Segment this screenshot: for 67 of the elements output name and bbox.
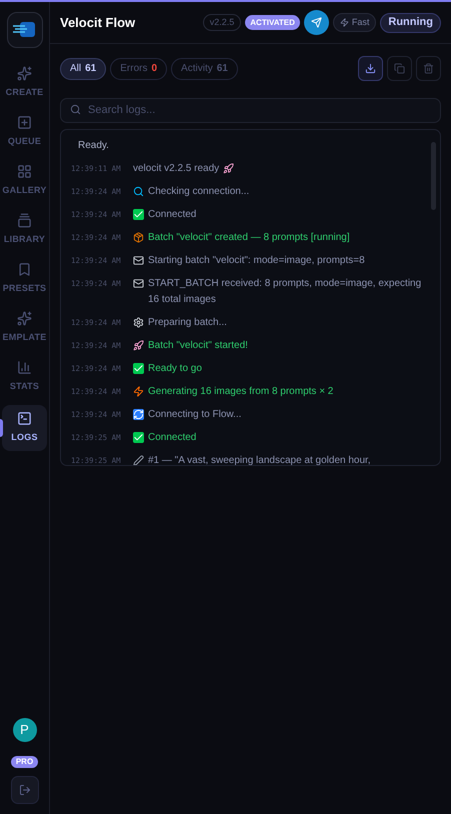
download-icon — [365, 63, 376, 74]
nav-item[interactable]: EMPLATE — [0, 307, 49, 348]
delete-button[interactable] — [416, 56, 441, 81]
log-message: START_BATCH received: 8 prompts, mode=image, expecting 16 total images — [148, 277, 422, 307]
download-button[interactable] — [358, 56, 383, 81]
logout-button[interactable] — [10, 776, 38, 804]
nav-icon — [17, 310, 32, 326]
nav-icon — [17, 262, 32, 277]
trash-icon — [423, 63, 434, 74]
search-field[interactable]: Search logs... — [60, 98, 441, 122]
license-badge: ACTIVATED — [245, 15, 300, 30]
telegram-button[interactable] — [304, 10, 329, 35]
logout-icon — [18, 784, 30, 796]
refresh-icon — [133, 409, 144, 420]
log-message: Connected — [148, 208, 196, 222]
nav-icon — [17, 360, 32, 375]
lightning-icon — [340, 18, 349, 27]
nav-icon — [17, 411, 32, 426]
nav-icon — [17, 164, 32, 179]
speed-badge: Fast — [332, 13, 376, 32]
log-message: Batch "velocit" created — 8 prompts [running] — [148, 231, 350, 245]
log-message: Connected — [148, 431, 196, 445]
nav-item[interactable]: LOGS — [2, 405, 47, 451]
plan-badge: PRO — [10, 756, 38, 768]
nav-item[interactable]: GALLERY — [0, 160, 49, 201]
status-text: Ready. — [78, 139, 110, 153]
app-title: Velocit Flow — [60, 14, 136, 32]
nav-icon — [17, 66, 32, 81]
rocket-icon — [223, 163, 234, 174]
log-message: Checking connection... — [148, 185, 250, 199]
scrollbar-thumb — [431, 142, 436, 210]
log-message: Preparing batch... — [148, 316, 227, 330]
paper-plane-icon — [310, 17, 322, 28]
filter-tab[interactable]: Errors 0 — [110, 58, 168, 80]
copy-icon — [394, 63, 405, 74]
log-message: #1 — "A vast, sweeping landscape at golden hour, — [148, 454, 371, 465]
log-message: Generating 16 images from 8 prompts × 2 — [148, 385, 334, 399]
log-message: velocit v2.2.5 ready — [133, 162, 220, 176]
nav-item[interactable]: QUEUE — [0, 111, 49, 152]
nav-item[interactable]: PRESETS — [0, 258, 49, 299]
nav-item[interactable]: CREATE — [0, 62, 49, 103]
user-avatar[interactable]: P — [12, 718, 36, 742]
check-icon — [133, 363, 144, 374]
check-icon — [133, 432, 144, 443]
envelope-icon — [133, 255, 144, 266]
nav-item[interactable]: LIBRARY — [0, 209, 49, 250]
pen-icon — [133, 455, 144, 465]
log-message: Starting batch "velocit": mode=image, prompts=8 — [148, 254, 365, 268]
nav-icon — [17, 212, 32, 228]
filter-tab[interactable]: Activity 61 — [171, 58, 238, 80]
log-message: Connecting to Flow... — [148, 408, 242, 422]
status-badge: Running — [380, 12, 441, 32]
log-message: Ready to go — [148, 362, 202, 376]
nav-icon — [17, 114, 32, 130]
nav-item[interactable]: STATS — [0, 356, 49, 397]
gear-icon — [133, 317, 144, 328]
version-badge: v2.2.5 — [202, 14, 242, 31]
magnifier-icon — [133, 186, 144, 197]
check-icon — [133, 209, 144, 220]
filter-tab[interactable]: All 61 — [60, 58, 106, 80]
app-logo — [6, 12, 42, 48]
envelope-icon — [133, 278, 144, 289]
log-message: Batch "velocit" started! — [148, 339, 248, 353]
package-icon — [133, 232, 144, 243]
lightning-icon — [133, 386, 144, 397]
rocket-icon — [133, 340, 144, 351]
search-icon — [70, 104, 81, 115]
